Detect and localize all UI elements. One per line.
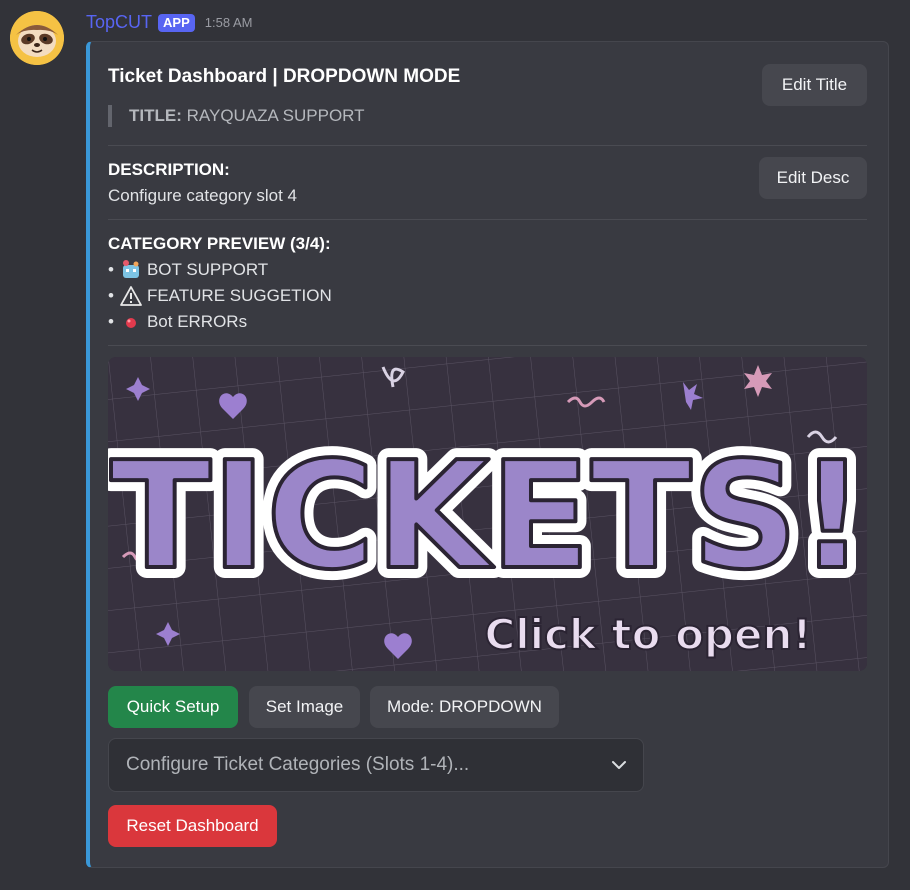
category-label: BOT SUPPORT (146, 260, 269, 279)
username[interactable]: TopCUT (86, 12, 152, 33)
category-item: • Bot ERRORs (108, 311, 247, 333)
edit-desc-button[interactable]: Edit Desc (759, 157, 867, 199)
bullet: • (108, 312, 114, 331)
app-badge: APP (158, 13, 195, 32)
robot-emoji-icon (122, 260, 139, 278)
category-select-dropdown[interactable]: Configure Ticket Categories (Slots 1-4).… (108, 738, 644, 792)
warning-emoji-icon (120, 286, 142, 306)
banner-image[interactable]: TICKETS! TICKETS! Click to open! (108, 357, 867, 671)
embed-card: Ticket Dashboard | DROPDOWN MODE Edit Ti… (86, 41, 889, 868)
quick-setup-button[interactable]: Quick Setup (108, 686, 238, 728)
bot-avatar[interactable] (10, 11, 64, 65)
mode-button[interactable]: Mode: DROPDOWN (370, 686, 559, 728)
category-label: Bot ERRORs (146, 312, 248, 331)
title-label: TITLE: (129, 106, 182, 125)
reset-dashboard-button[interactable]: Reset Dashboard (108, 805, 277, 847)
banner-title: TICKETS! (110, 430, 865, 602)
title-value: RAYQUAZA SUPPORT (186, 106, 365, 125)
message-header: TopCUT APP 1:58 AM (86, 12, 252, 33)
tickets-banner-graphic: TICKETS! TICKETS! Click to open! (108, 357, 867, 671)
timestamp: 1:58 AM (204, 15, 253, 30)
category-item: • FEATURE SUGGETION (108, 285, 332, 307)
title-quote: TITLE: RAYQUAZA SUPPORT (108, 105, 365, 127)
red-dot-emoji-icon (125, 318, 136, 328)
divider (108, 345, 867, 346)
chevron-down-icon (612, 761, 626, 769)
bullet: • (108, 260, 114, 279)
category-label: FEATURE SUGGETION (146, 286, 332, 305)
select-placeholder: Configure Ticket Categories (Slots 1-4).… (126, 754, 470, 775)
set-image-button[interactable]: Set Image (249, 686, 360, 728)
description-text: Configure category slot 4 (108, 186, 297, 205)
divider (108, 219, 867, 220)
bullet: • (108, 286, 114, 305)
embed-title: Ticket Dashboard | DROPDOWN MODE (108, 66, 461, 87)
banner-subtitle: Click to open! (484, 610, 811, 659)
divider (108, 145, 867, 146)
sloth-avatar-icon (10, 11, 64, 65)
category-item: • BOT SUPPORT (108, 259, 268, 281)
description-heading: DESCRIPTION: (108, 160, 230, 179)
category-heading: CATEGORY PREVIEW (3/4): (108, 234, 331, 253)
edit-title-button[interactable]: Edit Title (762, 64, 867, 106)
